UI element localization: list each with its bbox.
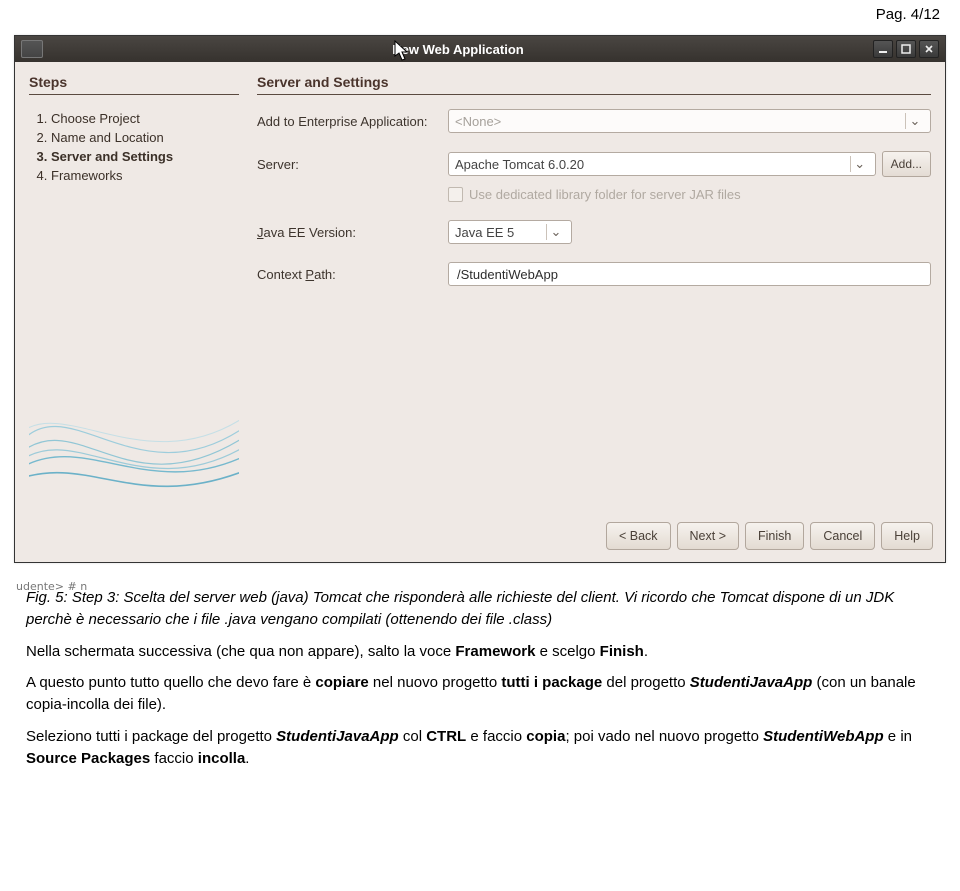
select-value: Apache Tomcat 6.0.20 [455,157,584,172]
maximize-button[interactable] [896,40,916,58]
text: Nella schermata successiva (che qua non … [26,643,455,660]
text-emph: StudentiWebApp [763,728,884,745]
select-server[interactable]: Apache Tomcat 6.0.20 ⌄ [448,152,876,176]
close-button[interactable] [919,40,939,58]
checkbox-label: Use dedicated library folder for server … [469,187,741,202]
text: col [399,728,427,745]
titlebar: New Web Application [15,36,945,62]
window-menu-icon[interactable] [21,40,43,58]
chevron-down-icon: ⌄ [850,156,869,172]
text: A questo punto tutto quello che devo far… [26,674,315,691]
label-java-ee: Java EE Version: [257,225,442,240]
form-heading: Server and Settings [257,74,931,95]
chevron-down-icon: ⌄ [905,113,924,129]
dialog-button-bar: < Back Next > Finish Cancel Help [15,514,945,562]
form-panel: Server and Settings Add to Enterprise Ap… [257,74,931,504]
step-item-active: Server and Settings [51,149,239,164]
text-strong: incolla [198,750,246,767]
window-title-text: New Web Application [392,42,523,57]
text: Seleziono tutti i package del progetto [26,728,276,745]
step-item: Frameworks [51,168,239,183]
text: . [644,643,648,660]
text-emph: StudentiJavaApp [276,728,399,745]
text-strong: Source Packages [26,750,150,767]
label-context: Context Path: [257,267,442,282]
steps-panel: Steps Choose Project Name and Location S… [29,74,239,504]
step-item: Name and Location [51,130,239,145]
text: nel nuovo progetto [369,674,502,691]
paragraph: Seleziono tutti i package del progetto S… [26,726,934,770]
label-server: Server: [257,157,442,172]
minimize-button[interactable] [873,40,893,58]
text-strong: Framework [455,643,535,660]
input-context-path-field[interactable] [455,266,924,283]
text-strong: tutti i package [501,674,602,691]
decorative-wave [29,374,239,504]
text: faccio [150,750,198,767]
steps-list: Choose Project Name and Location Server … [29,107,239,187]
text-strong: CTRL [426,728,466,745]
add-server-button[interactable]: Add... [882,151,931,177]
figure-caption: Fig. 5: Step 3: Scelta del server web (j… [26,587,934,631]
text: e in [884,728,912,745]
step-item: Choose Project [51,111,239,126]
input-context-path[interactable] [448,262,931,286]
paragraph: Nella schermata successiva (che qua non … [26,641,934,663]
window-title: New Web Application [43,42,873,57]
checkbox-icon [448,187,463,202]
select-value: Java EE 5 [455,225,514,240]
steps-heading: Steps [29,74,239,95]
dialog-window: New Web Application Steps Choose Project… [14,35,946,563]
document-body: Fig. 5: Step 3: Scelta del server web (j… [0,563,960,803]
select-value: <None> [455,114,501,129]
checkbox-dedicated-lib: Use dedicated library folder for server … [448,187,931,202]
text: ; poi vado nel nuovo progetto [565,728,763,745]
text-strong: copiare [315,674,368,691]
page-header: Pag. 4/12 [0,0,960,35]
help-button[interactable]: Help [881,522,933,550]
label-add-to-app: Add to Enterprise Application: [257,114,442,129]
select-java-ee[interactable]: Java EE 5 ⌄ [448,220,572,244]
text: del progetto [602,674,690,691]
text: e scelgo [535,643,599,660]
text: e faccio [466,728,526,745]
finish-button[interactable]: Finish [745,522,804,550]
text-strong: copia [526,728,565,745]
next-button[interactable]: Next > [677,522,739,550]
text-strong: Finish [600,643,644,660]
text: . [245,750,249,767]
select-add-to-app[interactable]: <None> ⌄ [448,109,931,133]
cancel-button[interactable]: Cancel [810,522,875,550]
chevron-down-icon: ⌄ [546,224,565,240]
back-button[interactable]: < Back [606,522,671,550]
mouse-cursor-icon [394,40,410,62]
bg-snippet: udente> # n [16,580,87,593]
text-emph: StudentiJavaApp [690,674,813,691]
paragraph: A questo punto tutto quello che devo far… [26,672,934,716]
